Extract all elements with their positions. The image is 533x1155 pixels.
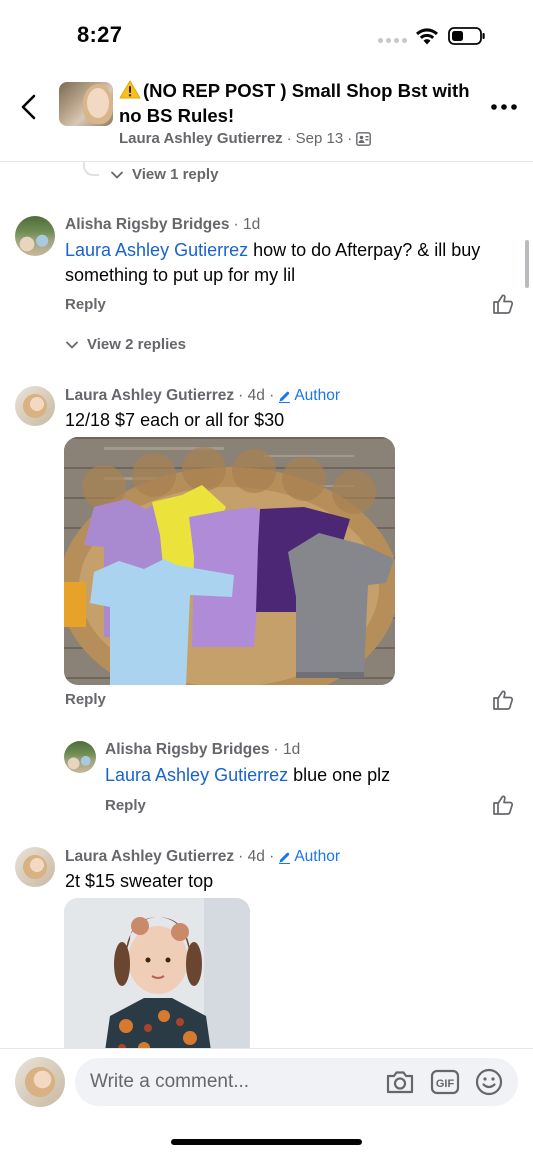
mention-link[interactable]: Laura Ashley Gutierrez (105, 765, 288, 785)
pencil-icon (279, 852, 291, 864)
clothes-photo[interactable] (64, 437, 395, 685)
comment-time: · 4d · (238, 387, 275, 404)
avatar[interactable] (15, 847, 55, 887)
meta-separator: · (286, 130, 292, 147)
comment-time: · 1d (233, 216, 261, 233)
post-meta: Laura Ashley Gutierrez · Sep 13 · (119, 130, 372, 147)
reply-button[interactable]: Reply (65, 691, 106, 708)
back-button[interactable] (16, 92, 44, 122)
camera-icon[interactable] (385, 1068, 415, 1096)
status-bar: 8:27 (0, 0, 533, 70)
post-title-text: (NO REP POST ) Small Shop Bst with no BS… (119, 80, 470, 126)
avatar[interactable] (15, 386, 55, 426)
comment-time: · 4d · (238, 848, 275, 865)
group-thumbnail[interactable] (59, 82, 113, 126)
comment-text: Laura Ashley Gutierrez blue one plz (105, 765, 391, 785)
comment-author[interactable]: Alisha Rigsby Bridges · 1d (65, 216, 260, 234)
view-replies-label: View 2 replies (87, 336, 186, 353)
comment-time: · 1d (273, 741, 301, 758)
wifi-icon (416, 28, 438, 45)
comment-author[interactable]: Alisha Rigsby Bridges · 1d (105, 741, 300, 759)
sweater-photo[interactable] (64, 898, 250, 1058)
avatar[interactable] (64, 741, 96, 773)
home-indicator[interactable] (171, 1139, 362, 1145)
view-replies-button[interactable]: View 1 reply (110, 166, 218, 183)
like-icon[interactable] (492, 293, 514, 315)
comment-author-name[interactable]: Laura Ashley Gutierrez (65, 848, 234, 866)
more-options-button[interactable] (490, 102, 518, 112)
mention-link[interactable]: Laura Ashley Gutierrez (65, 240, 248, 260)
author-badge: Author (278, 848, 340, 866)
chevron-down-icon (66, 341, 78, 348)
comment-composer: GIF (0, 1048, 533, 1155)
clothes-photo-image (64, 437, 395, 685)
thread-connector (83, 162, 99, 176)
post-title: (NO REP POST ) Small Shop Bst with no BS… (119, 78, 479, 128)
reply-button[interactable]: Reply (65, 296, 106, 313)
comment-author[interactable]: Laura Ashley Gutierrez · 4d · Author (65, 387, 340, 405)
warning-icon (119, 80, 141, 99)
svg-text:GIF: GIF (436, 1078, 455, 1090)
view-replies-label: View 1 reply (132, 166, 219, 183)
view-replies-button[interactable]: View 2 replies (65, 336, 186, 353)
sweater-photo-image (64, 898, 250, 1058)
battery-icon (448, 27, 485, 45)
post-date[interactable]: Sep 13 (296, 130, 344, 147)
post-header: (NO REP POST ) Small Shop Bst with no BS… (0, 70, 533, 162)
comment-author-name[interactable]: Alisha Rigsby Bridges (65, 216, 230, 234)
pencil-icon (279, 391, 291, 403)
gif-icon[interactable]: GIF (430, 1068, 460, 1096)
cellular-signal-icon (378, 38, 407, 43)
comment-text: Laura Ashley Gutierrez how to do Afterpa… (65, 240, 481, 285)
emoji-icon[interactable] (474, 1068, 504, 1096)
reply-button[interactable]: Reply (105, 797, 146, 814)
chevron-down-icon (111, 171, 123, 178)
comment-author-name[interactable]: Laura Ashley Gutierrez (65, 387, 234, 405)
avatar[interactable] (15, 216, 55, 256)
like-icon[interactable] (492, 794, 514, 816)
group-audience-icon (356, 131, 372, 146)
comment-author[interactable]: Laura Ashley Gutierrez · 4d · Author (65, 848, 340, 866)
post-author[interactable]: Laura Ashley Gutierrez (119, 130, 283, 147)
scrollbar[interactable] (525, 240, 529, 288)
comment-text: 12/18 $7 each or all for $30 (65, 410, 285, 430)
comment-author-name[interactable]: Alisha Rigsby Bridges (105, 741, 270, 759)
comment-text: 2t $15 sweater top (65, 871, 214, 891)
author-badge: Author (278, 387, 340, 405)
my-avatar[interactable] (15, 1057, 65, 1107)
meta-separator-2: · (347, 130, 353, 147)
status-time: 8:27 (77, 22, 123, 47)
like-icon[interactable] (492, 689, 514, 711)
